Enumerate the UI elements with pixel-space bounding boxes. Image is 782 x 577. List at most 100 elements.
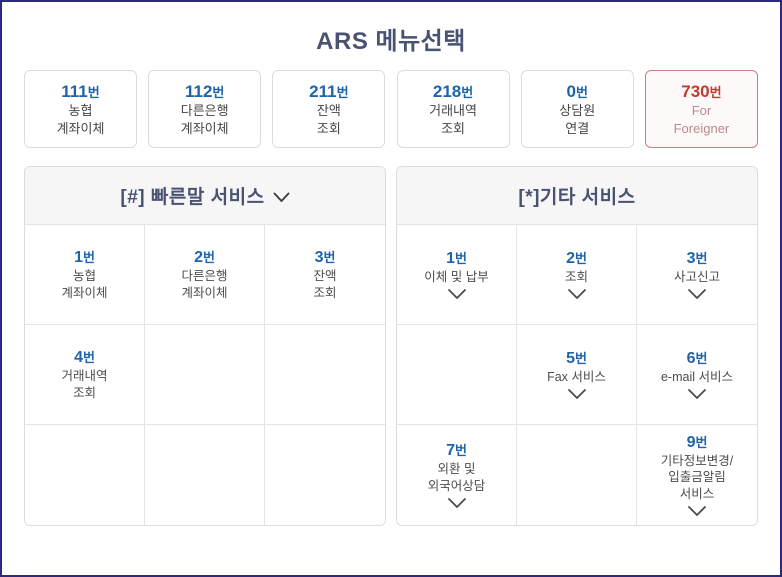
grid-cell-number: 2번 [194,249,215,267]
top-menu-card-number: 111번 [61,82,100,102]
etc-service-header-label: [*]기타 서비스 [518,187,636,208]
top-menu-card-number: 0번 [566,82,588,102]
grid-cell-number: 1번 [74,249,95,267]
quick-speech-service-panel: [#] 빠른말 서비스 1번 농협 계좌이체 2번 다른은행 계좌이체 3번 잔액 조회 4번 거래… [24,166,386,526]
grid-cell-number-suffix: 번 [695,350,708,366]
top-menu-card-line1: For [691,103,712,119]
chevron-down-icon [447,288,467,300]
top-menu-card-number-suffix: 번 [709,85,722,101]
grid-cell-number-suffix: 번 [695,250,708,266]
grid-cell-number-suffix: 번 [82,350,95,366]
quick-speech-service-header-label: [#] 빠른말 서비스 [120,187,265,208]
top-menu-card-number: 211번 [309,82,349,102]
top-menu-card-line1: 상담원 [559,103,596,119]
top-menu-card-line2: 연결 [565,120,590,136]
grid-cell-empty [145,325,265,425]
top-menu-card-number-suffix: 번 [461,85,474,101]
chevron-down-icon [273,192,290,203]
grid-cell-label: 조회 [313,285,337,300]
top-menu-card-218[interactable]: 218번 거래내역 조회 [396,70,510,148]
chevron-down-icon [447,497,467,509]
grid-cell-7[interactable]: 7번외환 및 외국어상담 [397,425,517,525]
grid-cell-label: 사고신고 [673,269,720,284]
grid-cell-number: 7번 [446,442,467,460]
grid-cell-1[interactable]: 1번 농협 계좌이체 [25,225,145,325]
grid-cell-2[interactable]: 2번다른은행 계좌이체 [145,225,265,325]
grid-cell-5[interactable]: 5번 Fax 서비스 [517,325,637,425]
grid-cell-number: 2번 [566,249,587,267]
top-menu-card-line1: 농협 [68,103,93,119]
top-menu-card-number-suffix: 번 [87,85,100,101]
grid-cell-3[interactable]: 3번사고신고 [637,225,757,325]
service-panels: [#] 빠른말 서비스 1번 농협 계좌이체 2번 다른은행 계좌이체 3번 잔액 조회 4번 거래… [2,148,780,526]
grid-cell-9[interactable]: 9번기타정보변경/입출금알림 서비스 [637,425,757,525]
grid-cell-number-suffix: 번 [454,443,467,459]
grid-cell-empty [265,325,385,425]
top-quick-menu-row: 111번 농협 계좌이체 112번 다른은행 계좌이체 211번 잔액 조회 218번 거래내역 조회… [2,62,780,148]
grid-cell-empty [265,425,385,525]
grid-cell-3[interactable]: 3번 잔액 조회 [265,225,385,325]
top-menu-card-number: 112번 [184,82,225,102]
ars-menu-page: ARS 메뉴선택 111번 농협 계좌이체 112번 다른은행 계좌이체 211번 잔액 조회 2… [0,0,782,577]
grid-cell-2[interactable]: 2번조회 [517,225,637,325]
top-menu-card-line2: 조회 [316,120,341,136]
grid-cell-number: 6번 [686,349,708,367]
top-menu-card-line2: 계좌이체 [180,120,229,136]
top-menu-card-line1: 다른은행 [180,103,229,119]
etc-service-header[interactable]: [*]기타 서비스 [397,167,757,225]
grid-cell-label: 입출금알림 [668,470,726,485]
grid-cell-label: 외국어상담 [427,478,486,493]
grid-cell-label: 다른은행 [181,269,228,284]
grid-cell-label: 기타정보변경/ [660,454,734,469]
grid-cell-label: 잔액 [313,269,337,284]
top-menu-card-112[interactable]: 112번 다른은행 계좌이체 [148,70,262,148]
grid-cell-number-suffix: 번 [695,435,708,451]
top-menu-card-number-suffix: 번 [212,85,225,101]
grid-cell-number: 5번 [566,349,587,367]
grid-cell-label: 거래내역 [61,369,108,384]
top-menu-card-line2: 조회 [441,120,466,136]
grid-cell-number-suffix: 번 [323,250,336,266]
top-menu-card-number-suffix: 번 [576,85,588,101]
grid-cell-label: 이체 및 납부 [424,269,489,284]
top-menu-card-number: 218번 [432,82,474,102]
grid-cell-number-suffix: 번 [82,250,95,266]
chevron-down-icon [567,388,587,400]
etc-service-panel: [*]기타 서비스 1번 이체 및 납부 2번 조회 3번 사고신고 5번 Fax 서비스 6번… [396,166,758,526]
top-menu-card-111[interactable]: 111번 농협 계좌이체 [24,70,137,148]
grid-cell-4[interactable]: 4번거래내역 조회 [25,325,145,425]
chevron-down-icon [687,505,707,517]
top-menu-card-211[interactable]: 211번 잔액 조회 [272,70,386,148]
top-menu-card-0[interactable]: 0번 상담원 연결 [520,70,634,148]
top-menu-card-number: 730번 [681,82,722,102]
grid-cell-label: 서비스 [679,486,715,501]
grid-cell-number: 9번 [686,434,708,452]
grid-cell-number: 4번 [74,349,95,367]
chevron-down-icon [687,388,707,400]
grid-cell-label: Fax 서비스 [547,369,606,384]
top-menu-card-number-suffix: 번 [336,85,349,101]
grid-cell-label: e-mail 서비스 [660,369,733,384]
grid-cell-number: 3번 [686,249,708,267]
grid-cell-label: 조회 [564,269,588,284]
top-menu-card-line2: 계좌이체 [56,120,105,136]
chevron-down-icon [687,288,707,300]
grid-cell-empty [517,425,637,525]
grid-cell-number-suffix: 번 [202,250,215,266]
grid-cell-label: 조회 [72,385,96,400]
grid-cell-number: 1번 [446,249,467,267]
quick-speech-service-header[interactable]: [#] 빠른말 서비스 [25,167,385,225]
top-menu-card-line1: 잔액 [316,103,341,119]
grid-cell-label: 계좌이체 [181,285,228,300]
grid-cell-label: 농협 [72,269,96,284]
grid-cell-1[interactable]: 1번이체 및 납부 [397,225,517,325]
grid-cell-empty [25,425,145,525]
grid-cell-6[interactable]: 6번 e-mail 서비스 [637,325,757,425]
grid-cell-label: 외환 및 [437,462,476,477]
quick-speech-service-grid: 1번 농협 계좌이체 2번 다른은행 계좌이체 3번 잔액 조회 4번 거래내역 조회 [25,225,385,525]
grid-cell-number-suffix: 번 [574,250,587,266]
grid-cell-empty [397,325,517,425]
top-menu-card-730[interactable]: 730번 For Foreigner [644,70,758,148]
grid-cell-empty [145,425,265,525]
chevron-down-icon [567,288,587,300]
